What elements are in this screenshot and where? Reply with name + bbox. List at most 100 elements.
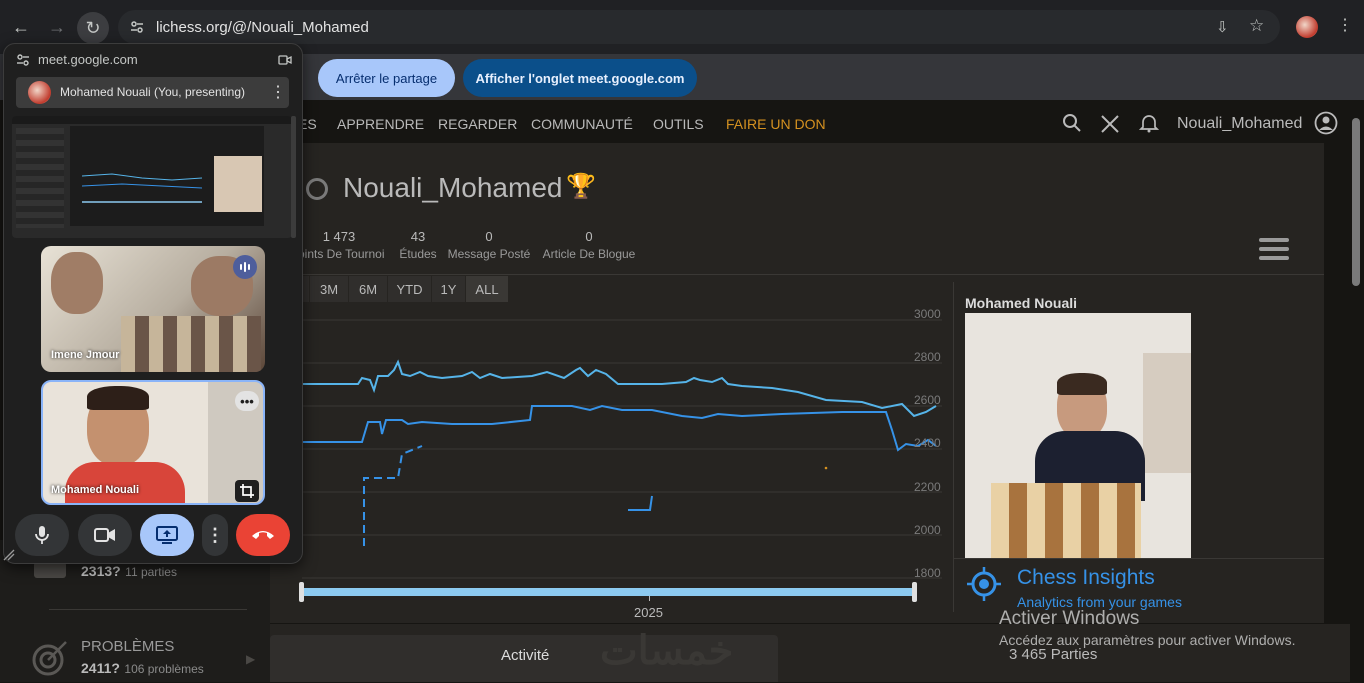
rating-series-dot — [824, 466, 828, 470]
photo-hair — [1057, 373, 1107, 395]
present-screen-button[interactable] — [140, 514, 194, 556]
show-meet-tab-button[interactable]: Afficher l'onglet meet.google.com — [463, 59, 697, 97]
stat-studies[interactable]: 43 — [398, 229, 438, 244]
more-options-icon: ⋮ — [206, 524, 224, 545]
presenter-more-icon[interactable]: ⋮ — [270, 82, 286, 102]
screen-share-preview[interactable] — [12, 116, 292, 238]
rating-icon — [34, 562, 66, 578]
microphone-button[interactable] — [15, 514, 69, 556]
tile-chessboard — [121, 316, 261, 372]
self-hair — [87, 386, 149, 410]
stat-tournament-points[interactable]: 1 473 — [314, 229, 364, 244]
meet-site-settings-icon[interactable] — [16, 53, 30, 67]
self-name: Mohamed Nouali — [51, 484, 140, 496]
y-tick-1800: 1800 — [914, 566, 941, 580]
microphone-icon — [35, 526, 49, 544]
user-account-icon[interactable] — [1314, 111, 1338, 135]
forward-icon[interactable]: → — [43, 13, 71, 41]
end-call-button[interactable] — [236, 514, 290, 556]
camera-icon — [94, 528, 115, 542]
insights-title[interactable]: Chess Insights — [1017, 566, 1155, 590]
self-tile[interactable]: ••• Mohamed Nouali — [41, 380, 265, 505]
trophy-icon: 🏆 — [566, 173, 596, 200]
puzzles-rating[interactable]: 2411? 106 problèmes — [81, 660, 204, 678]
x-axis-label: 2025 — [634, 605, 663, 620]
rating-series-line-3 — [363, 445, 423, 546]
menu-item-donate[interactable]: FAIRE UN DON — [726, 116, 826, 132]
card-name: Mohamed Nouali — [965, 295, 1078, 311]
range-button-all[interactable]: ALL — [466, 276, 508, 302]
menu-item-community[interactable]: COMMUNAUTÉ — [531, 116, 633, 132]
url-text: lichess.org/@/Nouali_Mohamed — [156, 19, 369, 36]
speaking-indicator-icon — [233, 255, 257, 279]
presenter-bar: Mohamed Nouali (You, presenting) ⋮ — [16, 77, 289, 108]
menu-item-tools[interactable]: OUTILS — [653, 116, 704, 132]
stat-blog[interactable]: 0 — [574, 229, 604, 244]
section-divider — [270, 274, 1324, 275]
rating-history-chart — [302, 319, 942, 579]
header-username[interactable]: Nouali_Mohamed — [1177, 115, 1302, 133]
crop-icon[interactable] — [235, 480, 259, 502]
tile-person-left — [51, 252, 103, 314]
menu-item-watch[interactable]: REGARDER — [438, 116, 517, 132]
address-bar[interactable]: lichess.org/@/Nouali_Mohamed ⇩ ☆ — [118, 10, 1280, 44]
stop-sharing-button[interactable]: Arrêter le partage — [318, 59, 455, 97]
stat-posts-label: Message Posté — [447, 247, 531, 261]
profile-photo[interactable] — [965, 313, 1191, 558]
pip-resize-handle-icon[interactable] — [2, 548, 16, 562]
stat-blog-label: Article De Blogue — [542, 247, 636, 261]
range-button-partial[interactable] — [302, 276, 310, 302]
range-button-1y[interactable]: 1Y — [432, 276, 466, 302]
camera-button[interactable] — [78, 514, 132, 556]
range-button-3m[interactable]: 3M — [310, 276, 349, 302]
y-tick-2800: 2800 — [914, 350, 941, 364]
reload-icon[interactable]: ↻ — [77, 12, 109, 44]
puzzles-label[interactable]: PROBLÈMES — [81, 638, 174, 655]
stat-posts[interactable]: 0 — [474, 229, 504, 244]
tab-games-label[interactable]: 3 465 Parties — [1009, 646, 1097, 663]
hamburger-menu-icon[interactable] — [1258, 236, 1290, 262]
meet-camera-indicator-icon — [278, 53, 292, 65]
more-options-button[interactable]: ⋮ — [202, 514, 228, 556]
range-slider-track[interactable] — [302, 588, 916, 596]
bookmark-star-icon[interactable]: ☆ — [1249, 16, 1264, 36]
y-tick-2200: 2200 — [914, 480, 941, 494]
self-more-icon[interactable]: ••• — [235, 391, 259, 411]
stat-studies-label: Études — [399, 247, 437, 261]
sidebar-divider — [49, 609, 247, 610]
preview-photo — [214, 156, 262, 212]
participant-tile[interactable]: Imene Jmour — [41, 246, 265, 372]
preview-content — [70, 126, 264, 226]
kebab-menu-icon[interactable]: ⋮ — [1337, 15, 1353, 35]
khamsat-logo: خمسات — [600, 629, 734, 673]
preview-sidebar — [16, 128, 64, 228]
rating-series-line-1 — [302, 359, 937, 418]
search-icon[interactable] — [1062, 113, 1082, 133]
tab-activity-label[interactable]: Activité — [501, 647, 549, 664]
profile-avatar[interactable] — [1296, 16, 1318, 38]
range-slider-handle-left[interactable] — [299, 582, 304, 602]
range-slider-handle-right[interactable] — [912, 582, 917, 602]
insights-target-icon[interactable] — [966, 566, 1002, 602]
preview-scrollbar[interactable] — [291, 116, 296, 238]
x-tick-mark — [649, 596, 650, 601]
meet-domain: meet.google.com — [38, 52, 138, 67]
back-icon[interactable]: ← — [7, 13, 35, 41]
presenter-avatar — [28, 81, 51, 104]
offline-status-icon — [306, 178, 328, 200]
rating-series-line-2 — [302, 404, 937, 452]
left-rating[interactable]: 2313? 11 parties — [81, 563, 177, 581]
challenge-swords-icon[interactable] — [1100, 114, 1120, 134]
windows-activation-title: Activer Windows — [999, 608, 1140, 629]
profile-title: Nouali_Mohamed — [343, 172, 563, 203]
present-screen-icon — [156, 526, 178, 544]
range-button-ytd[interactable]: YTD — [388, 276, 432, 302]
range-button-6m[interactable]: 6M — [349, 276, 388, 302]
bell-icon[interactable] — [1138, 113, 1160, 133]
menu-item-learn[interactable]: APPRENDRE — [337, 116, 424, 132]
install-app-icon[interactable]: ⇩ — [1216, 18, 1229, 36]
meet-pip-window[interactable]: meet.google.com Mohamed Nouali (You, pre… — [3, 43, 303, 564]
card-divider-bottom — [953, 558, 1324, 559]
page-scrollbar[interactable] — [1352, 118, 1360, 286]
site-settings-icon[interactable] — [130, 20, 144, 34]
